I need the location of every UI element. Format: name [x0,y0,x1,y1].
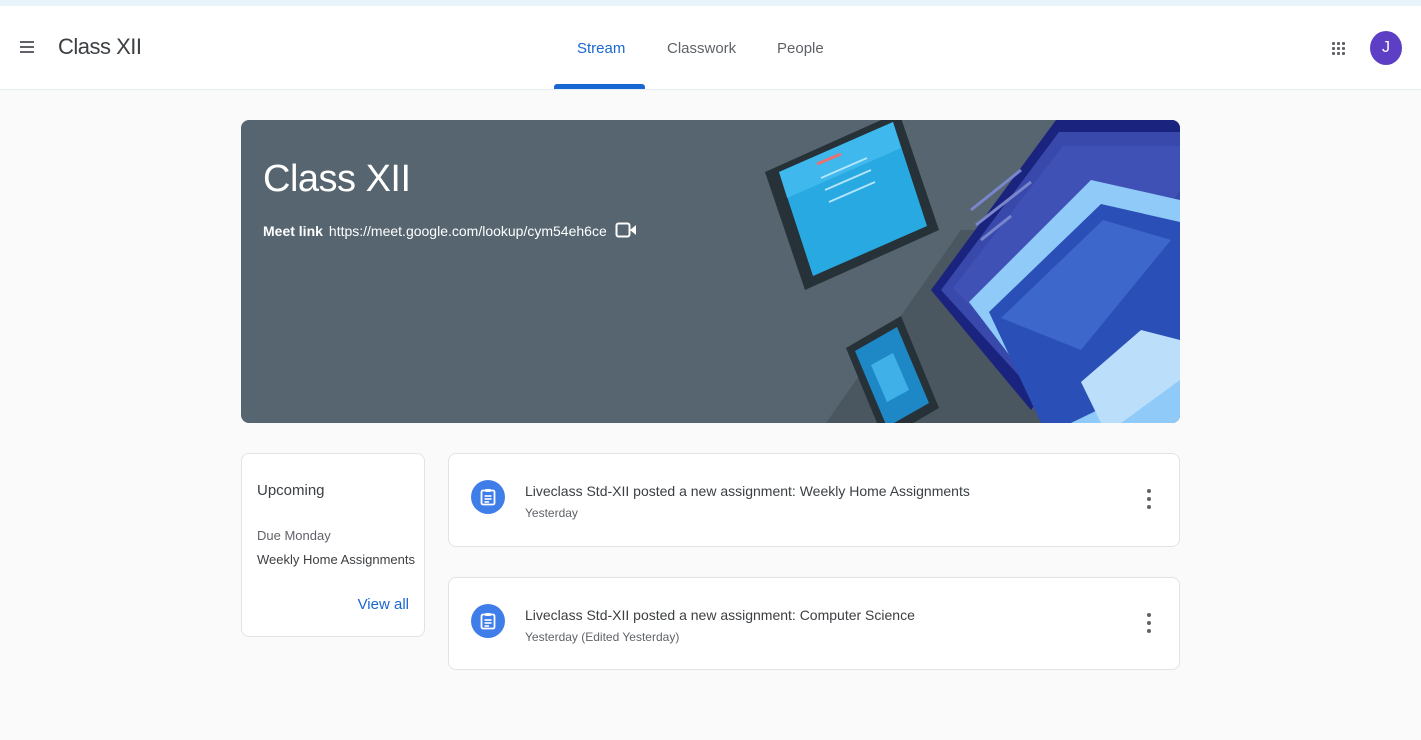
upcoming-card: Upcoming Due Monday Weekly Home Assignme… [241,453,425,637]
tab-people[interactable]: People [777,40,824,57]
assignment-icon [471,604,505,638]
post-timestamp: Yesterday [525,506,578,520]
class-banner: Class XII Meet link https://meet.google.c… [241,120,1180,423]
tab-classwork[interactable]: Classwork [667,40,736,57]
assignment-icon [471,480,505,514]
post-title[interactable]: Liveclass Std-XII posted a new assignmen… [525,607,915,623]
stream-post[interactable]: Liveclass Std-XII posted a new assignmen… [448,453,1180,547]
upcoming-assignment-link[interactable]: Weekly Home Assignments [257,552,415,567]
more-options-button[interactable] [1145,612,1153,634]
video-camera-icon[interactable] [615,221,637,239]
post-title[interactable]: Liveclass Std-XII posted a new assignmen… [525,483,970,499]
menu-icon-line [20,51,34,53]
meet-link-url[interactable]: https://meet.google.com/lookup/cym54eh6c… [329,223,607,239]
upcoming-title: Upcoming [257,482,325,499]
apps-grid-icon[interactable] [1330,40,1348,58]
banner-class-title: Class XII [263,158,411,200]
menu-icon [20,41,34,43]
stream-post[interactable]: Liveclass Std-XII posted a new assignmen… [448,577,1180,670]
upcoming-due-date: Due Monday [257,528,331,543]
meet-link-label: Meet link [263,223,323,239]
account-avatar[interactable]: J [1370,31,1402,65]
post-timestamp: Yesterday (Edited Yesterday) [525,630,680,644]
main-menu-button[interactable] [16,34,38,62]
more-options-button[interactable] [1145,488,1153,510]
active-tab-indicator [554,84,645,89]
menu-icon-line [20,46,34,48]
view-all-link[interactable]: View all [358,596,409,613]
meet-link-row: Meet link https://meet.google.com/lookup/… [263,223,607,239]
top-app-bar: Class XII Stream Classwork People J [0,6,1421,90]
tab-stream[interactable]: Stream [577,40,625,57]
class-title[interactable]: Class XII [58,34,142,60]
